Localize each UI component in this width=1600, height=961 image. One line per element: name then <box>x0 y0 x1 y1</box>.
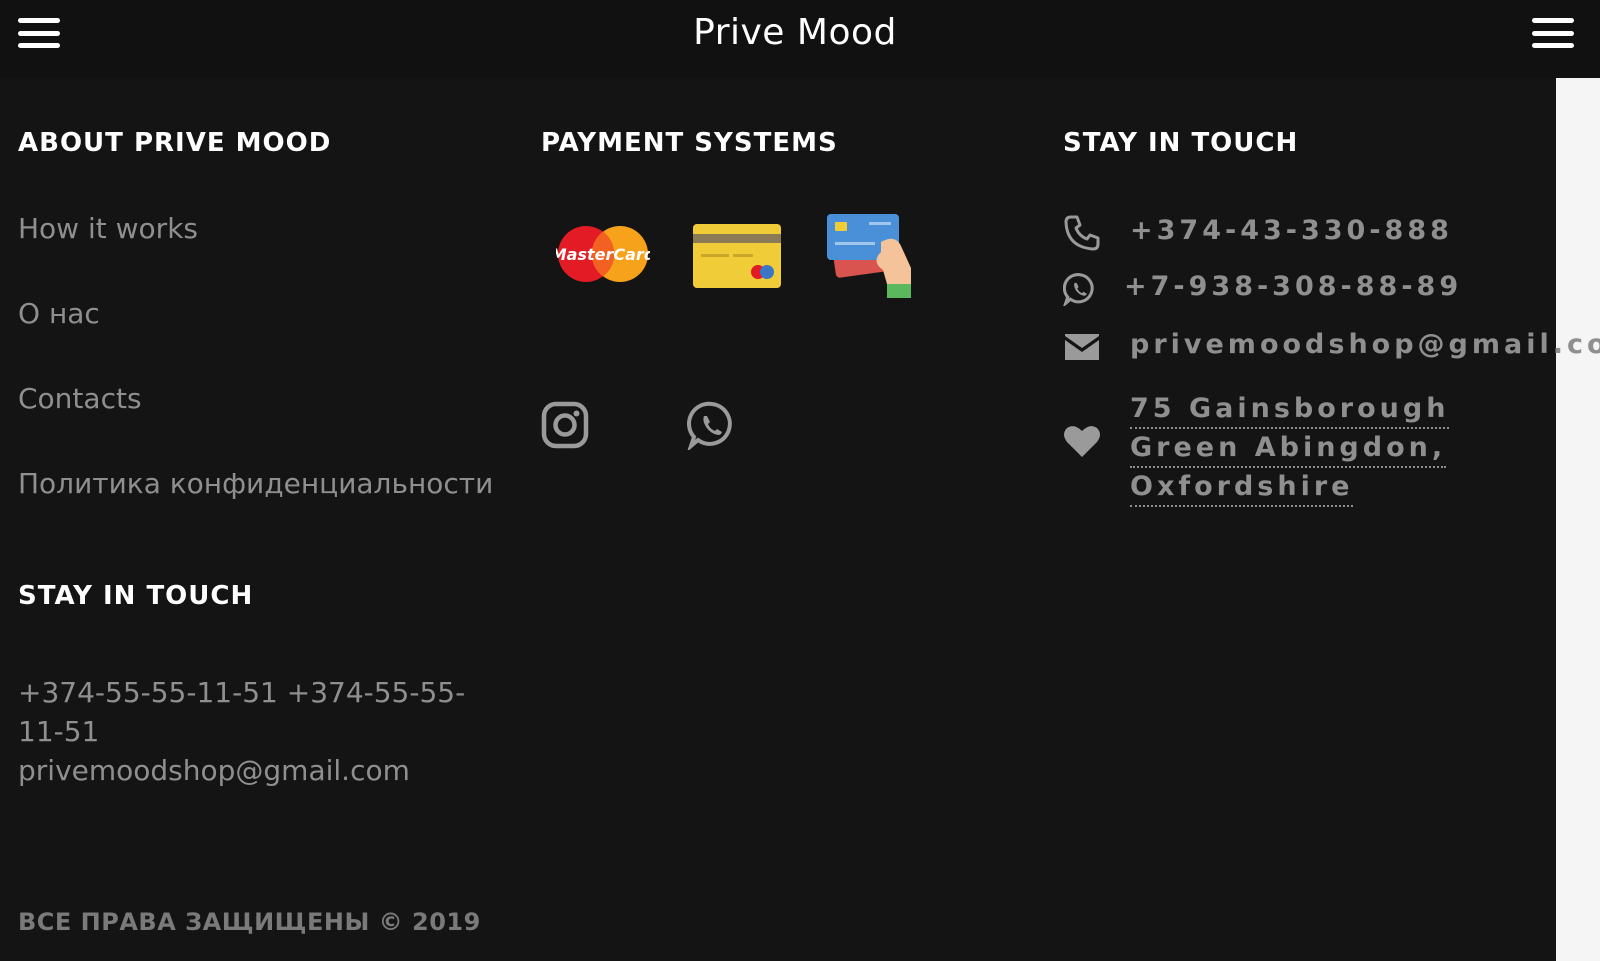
contact-phone[interactable]: +374-43-330-888 <box>1130 215 1453 246</box>
contacts-title: STAY IN TOUCH <box>1063 128 1299 158</box>
contact-email[interactable]: privemoodshop@gmail.com <box>1130 329 1600 360</box>
credit-card-icon <box>693 224 781 288</box>
top-navbar: Prive Mood <box>0 0 1600 78</box>
link-about-us[interactable]: О нас <box>18 297 100 330</box>
address-line-1: 75 Gainsborough <box>1130 391 1450 429</box>
brand-title[interactable]: Prive Mood <box>0 12 1590 53</box>
heart-icon <box>1064 426 1100 457</box>
contact-whatsapp[interactable]: +7-938-308-88-89 <box>1124 271 1462 302</box>
address-line-3: Oxfordshire <box>1130 469 1354 507</box>
footer-contact-title: STAY IN TOUCH <box>18 581 254 611</box>
address-line-2: Green Abingdon, <box>1130 430 1447 468</box>
about-title: ABOUT PRIVE MOOD <box>18 128 332 158</box>
link-privacy-policy[interactable]: Политика конфиденциальности <box>18 467 493 500</box>
copyright-text: ВСЕ ПРАВА ЗАЩИЩЕНЫ © 2019 <box>18 908 481 936</box>
instagram-icon[interactable] <box>541 401 589 449</box>
whatsapp-icon[interactable] <box>687 400 737 450</box>
footer-phones: +374-55-55-11-51 +374-55-55-11-51 <box>18 676 466 748</box>
link-how-it-works[interactable]: How it works <box>18 212 198 245</box>
link-contacts[interactable]: Contacts <box>18 382 142 415</box>
menu-icon-right[interactable] <box>1532 18 1574 48</box>
envelope-icon <box>1065 334 1099 360</box>
mastercard-label: MasterCard <box>556 245 650 264</box>
payment-title: PAYMENT SYSTEMS <box>541 128 838 158</box>
contact-address[interactable]: 75 Gainsborough Green Abingdon, Oxfordsh… <box>1130 390 1450 507</box>
footer-email[interactable]: privemoodshop@gmail.com <box>18 751 478 790</box>
page-edge-strip <box>1556 78 1600 961</box>
footer-contact-block: +374-55-55-11-51 +374-55-55-11-51 privem… <box>18 673 478 790</box>
phone-icon <box>1064 215 1100 251</box>
whatsapp-small-icon <box>1063 273 1094 306</box>
mastercard-icon: MasterCard <box>556 226 650 282</box>
card-in-hand-icon <box>827 214 911 298</box>
